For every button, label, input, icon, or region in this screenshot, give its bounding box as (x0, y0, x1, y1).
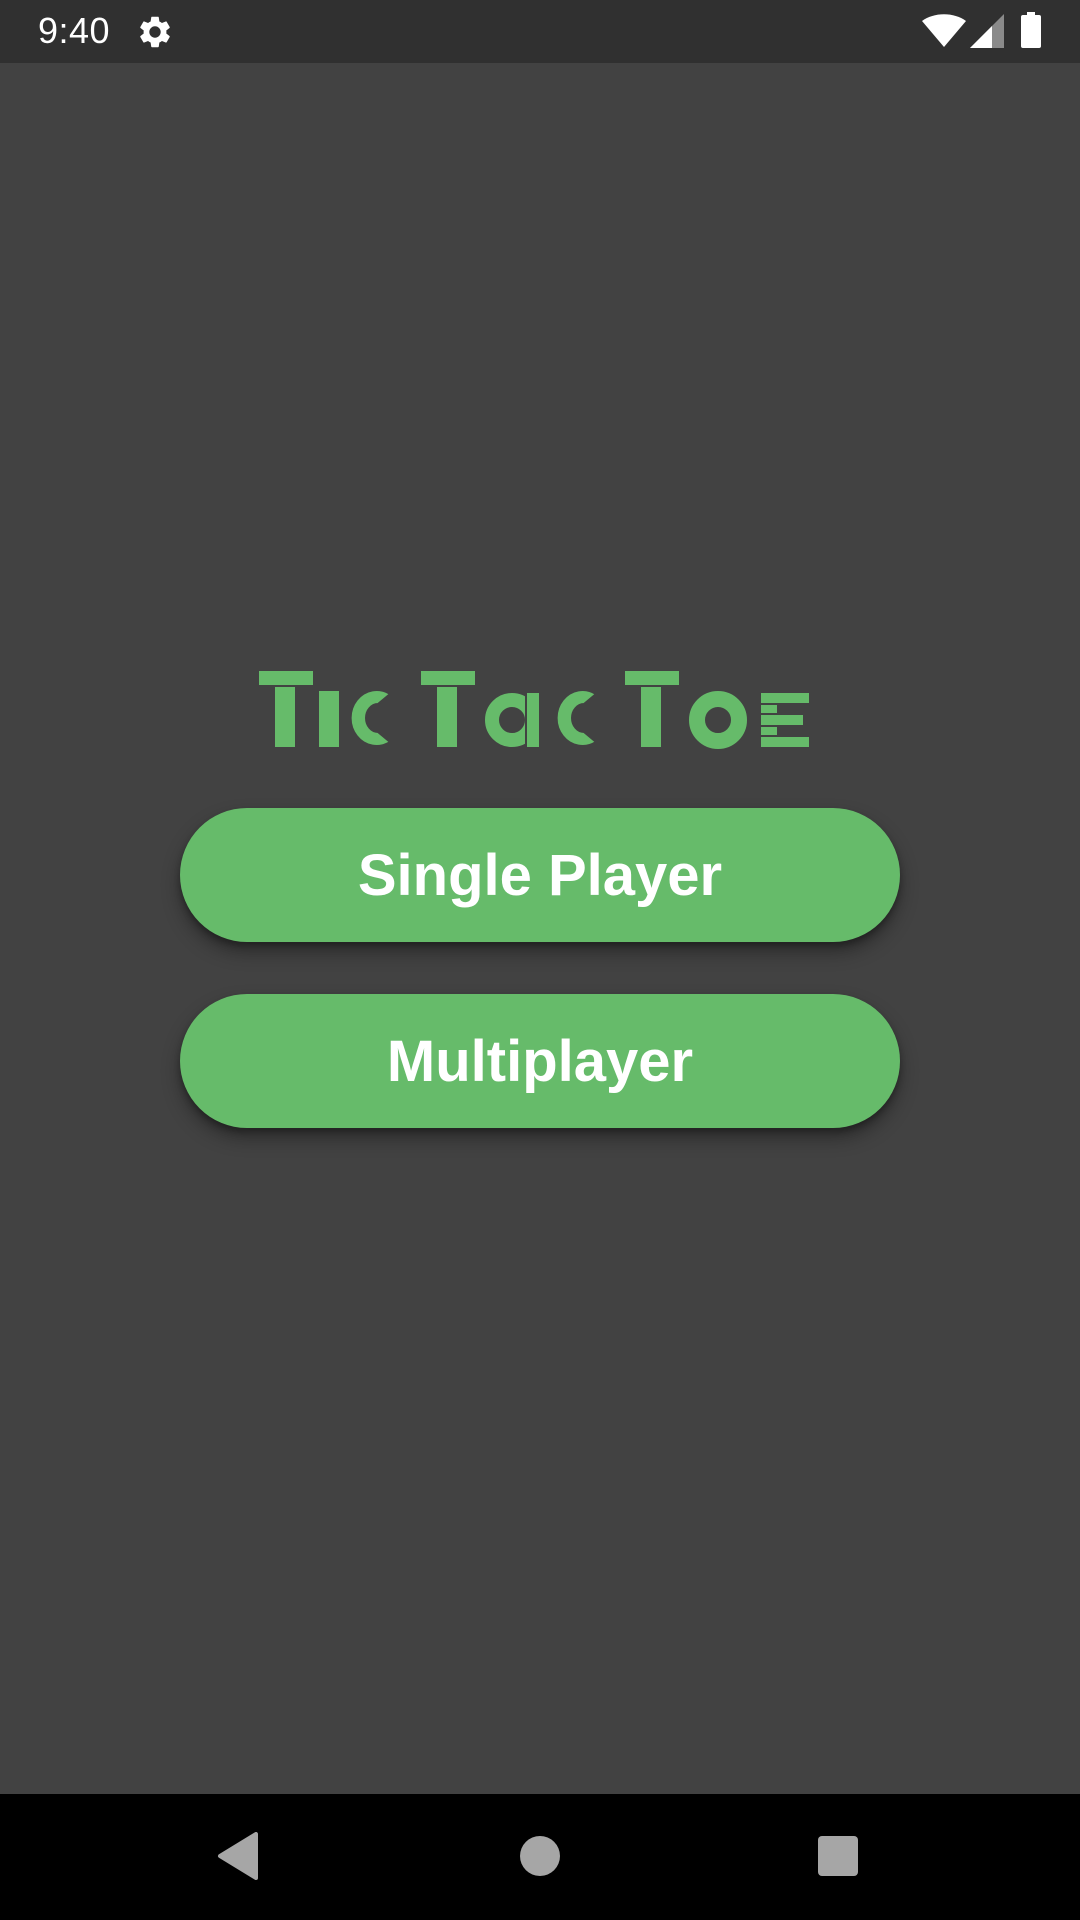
app-screen: 9:40 Single Player Multiplayer (0, 0, 1080, 1920)
single-player-button[interactable]: Single Player (180, 808, 900, 942)
back-icon[interactable] (216, 1832, 258, 1880)
recents-icon[interactable] (818, 1836, 858, 1876)
home-icon[interactable] (520, 1836, 560, 1876)
settings-icon (140, 16, 170, 48)
status-time: 9:40 (38, 10, 111, 51)
cell-signal-icon (970, 14, 1004, 48)
battery-icon (1021, 12, 1041, 48)
app-title-logo (257, 669, 811, 751)
multiplayer-button[interactable]: Multiplayer (180, 994, 900, 1128)
status-bar: 9:40 (0, 0, 1080, 63)
wifi-icon (922, 14, 966, 47)
